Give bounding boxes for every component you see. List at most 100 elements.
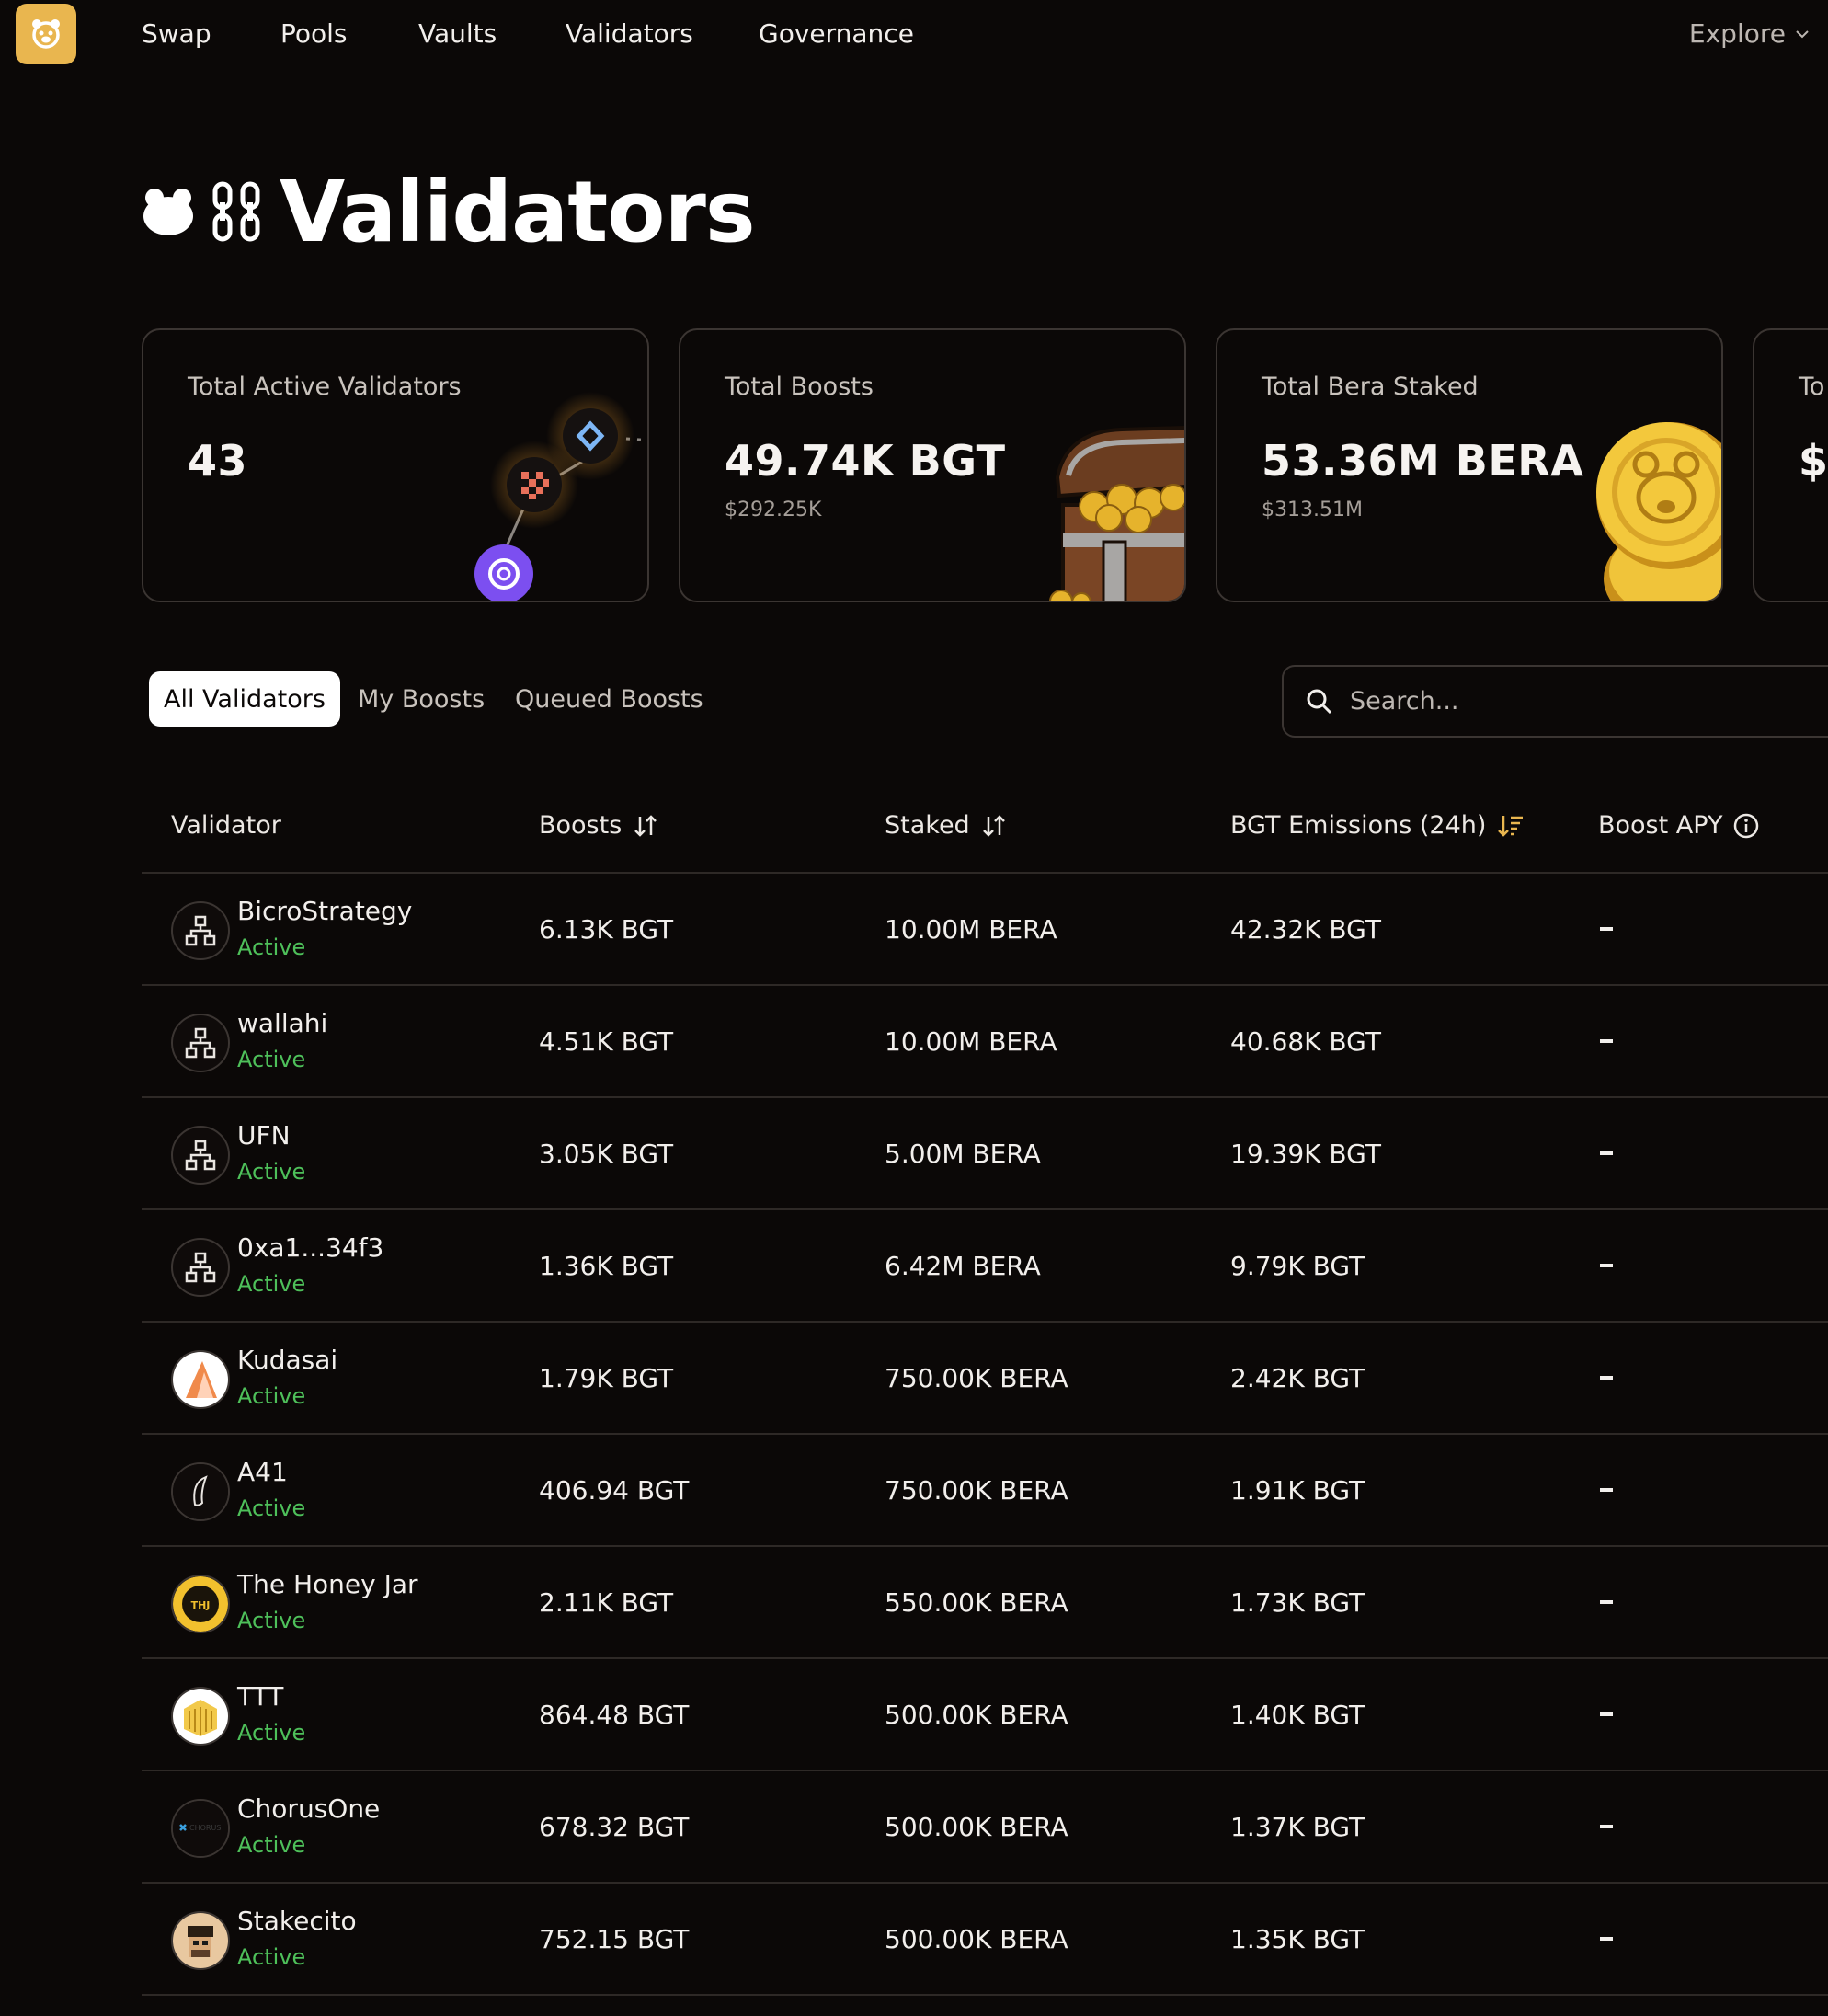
boost-apy-empty — [1600, 1825, 1613, 1828]
table-row[interactable]: BicroStrategy Active 6.13K BGT 10.00M BERA 4… — [142, 874, 1828, 986]
validator-status: Active — [237, 934, 306, 960]
boosts-value: 752.15 BGT — [539, 1924, 690, 1954]
boosts-value: 864.48 BGT — [539, 1700, 690, 1730]
validator-name[interactable]: 0xa1...34f3 — [237, 1232, 383, 1263]
validator-name[interactable]: A41 — [237, 1457, 288, 1487]
search-box[interactable] — [1282, 665, 1828, 738]
sort-descending-icon[interactable] — [1497, 813, 1525, 839]
validator-network-illustration — [474, 392, 647, 601]
th-staked[interactable]: Staked — [885, 811, 1007, 840]
validator-name[interactable]: The Honey Jar — [237, 1569, 418, 1599]
emissions-value: 1.37K BGT — [1230, 1812, 1365, 1842]
validator-status: Active — [237, 1495, 306, 1521]
boosts-value: 1.36K BGT — [539, 1251, 674, 1281]
kudasai-logo — [171, 1350, 230, 1409]
nav-validators[interactable]: Validators — [566, 18, 693, 49]
table-row[interactable]: THJ The Honey Jar Active 2.11K BGT 550.00K B… — [142, 1547, 1828, 1659]
validator-status: Active — [237, 1832, 306, 1858]
bear-logo-icon — [32, 19, 60, 49]
boost-apy-empty — [1600, 1600, 1613, 1604]
table-row[interactable]: Kudasai Active 1.79K BGT 750.00K BERA 2.42K … — [142, 1323, 1828, 1435]
validator-status: Active — [237, 1159, 306, 1185]
ttt-logo — [171, 1687, 230, 1746]
table-row[interactable]: A41 Active 406.94 BGT 750.00K BERA 1.91K BGT — [142, 1435, 1828, 1547]
validator-name[interactable]: ChorusOne — [237, 1793, 380, 1824]
staked-value: 6.42M BERA — [885, 1251, 1041, 1281]
tab-queued-boosts[interactable]: Queued Boosts — [515, 671, 703, 727]
staked-value: 750.00K BERA — [885, 1363, 1068, 1393]
validator-status: Active — [237, 1608, 306, 1633]
sort-icon[interactable] — [633, 813, 658, 839]
network-icon — [171, 1126, 230, 1185]
validator-status: Active — [237, 1720, 306, 1746]
boost-apy-empty — [1600, 1488, 1613, 1492]
network-icon — [171, 1014, 230, 1072]
validator-name[interactable]: Stakecito — [237, 1906, 357, 1936]
boost-apy-empty — [1600, 1264, 1613, 1267]
nav-vaults[interactable]: Vaults — [418, 18, 497, 49]
boosts-value: 678.32 BGT — [539, 1812, 690, 1842]
chain-icon — [212, 181, 260, 242]
staked-value: 10.00M BERA — [885, 1026, 1057, 1057]
boosts-value: 2.11K BGT — [539, 1587, 674, 1618]
chorusone-logo: CHORUS — [171, 1799, 230, 1858]
validator-status: Active — [237, 1383, 306, 1409]
staked-value: 750.00K BERA — [885, 1475, 1068, 1506]
bera-logo[interactable] — [16, 4, 76, 64]
th-validator: Validator — [171, 811, 281, 840]
info-icon[interactable] — [1733, 813, 1759, 839]
staked-value: 5.00M BERA — [885, 1139, 1041, 1169]
nav-pools[interactable]: Pools — [280, 18, 348, 49]
network-icon — [171, 901, 230, 960]
emissions-value: 1.35K BGT — [1230, 1924, 1365, 1954]
th-apy-label: Boost APY — [1598, 811, 1723, 840]
th-bgt-emissions[interactable]: BGT Emissions (24h) — [1230, 811, 1525, 840]
search-input[interactable] — [1350, 687, 1791, 716]
table-row[interactable]: TTT Active 864.48 BGT 500.00K BERA 1.40K BGT — [142, 1659, 1828, 1771]
boosts-value: 3.05K BGT — [539, 1139, 674, 1169]
stat-card-partial: To $( — [1753, 328, 1828, 602]
chevron-down-icon — [1796, 29, 1809, 38]
boosts-value: 406.94 BGT — [539, 1475, 690, 1506]
explore-menu[interactable]: Explore — [1689, 18, 1810, 49]
tab-all-validators[interactable]: All Validators — [149, 671, 340, 727]
nav-governance[interactable]: Governance — [759, 18, 914, 49]
validator-name[interactable]: wallahi — [237, 1008, 327, 1038]
validator-name[interactable]: TTT — [237, 1681, 283, 1712]
explore-label: Explore — [1688, 18, 1786, 49]
boost-apy-empty — [1600, 927, 1613, 931]
bear-paw-icon — [143, 189, 193, 235]
table-row[interactable]: wallahi Active 4.51K BGT 10.00M BERA 40.68K … — [142, 986, 1828, 1098]
nav-swap[interactable]: Swap — [142, 18, 211, 49]
sort-icon[interactable] — [981, 813, 1007, 839]
validator-name[interactable]: Kudasai — [237, 1345, 337, 1375]
boosts-value: 4.51K BGT — [539, 1026, 674, 1057]
staked-value: 500.00K BERA — [885, 1700, 1068, 1730]
emissions-value: 1.91K BGT — [1230, 1475, 1365, 1506]
tab-my-boosts[interactable]: My Boosts — [358, 671, 485, 727]
table-row[interactable]: CHORUS ChorusOne Active 678.32 BGT 500.00K B… — [142, 1771, 1828, 1884]
staked-value: 500.00K BERA — [885, 1812, 1068, 1842]
table-row[interactable]: UFN Active 3.05K BGT 5.00M BERA 19.39K BGT — [142, 1098, 1828, 1210]
emissions-value: 1.40K BGT — [1230, 1700, 1365, 1730]
th-staked-label: Staked — [885, 811, 970, 840]
th-boosts-label: Boosts — [539, 811, 623, 840]
card-usd-value: $292.25K — [725, 498, 822, 521]
table-row[interactable]: Stakecito Active 752.15 BGT 500.00K BERA 1.3… — [142, 1884, 1828, 1996]
table-row[interactable]: 0xa1...34f3 Active 1.36K BGT 6.42M BERA 9.79… — [142, 1210, 1828, 1323]
boost-apy-empty — [1600, 1937, 1613, 1941]
bera-coin-illustration — [1596, 422, 1721, 601]
card-value: 43 — [188, 436, 248, 486]
a41-logo — [171, 1462, 230, 1521]
emissions-value: 1.73K BGT — [1230, 1587, 1365, 1618]
th-boosts[interactable]: Boosts — [539, 811, 658, 840]
emissions-value: 9.79K BGT — [1230, 1251, 1365, 1281]
validator-name[interactable]: UFN — [237, 1120, 291, 1151]
card-value: 49.74K BGT — [725, 436, 1006, 486]
boost-apy-empty — [1600, 1712, 1613, 1716]
stat-card-total-boosts: Total Boosts 49.74K BGT $292.25K — [679, 328, 1186, 602]
card-value: $( — [1799, 436, 1828, 486]
th-emissions-label: BGT Emissions (24h) — [1230, 811, 1487, 840]
card-label: To — [1799, 372, 1825, 401]
validator-name[interactable]: BicroStrategy — [237, 896, 412, 926]
